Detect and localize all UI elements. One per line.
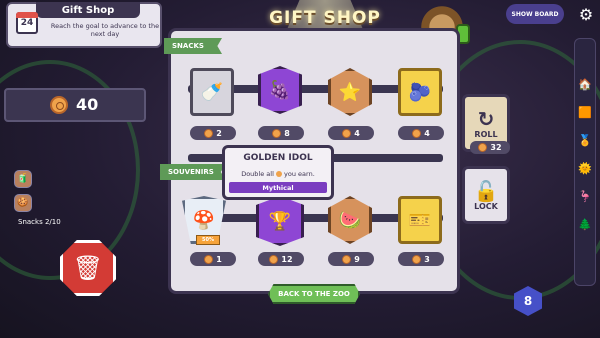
coin-icon [275, 171, 282, 177]
tooltip-title: GOLDEN IDOL [243, 153, 313, 163]
show-board-button[interactable]: SHOW BOARD [506, 4, 564, 24]
snack-slot-2[interactable]: 🍪 [14, 194, 32, 212]
lock-icon: 🔓 [473, 178, 499, 203]
snack-slot-1[interactable]: 🧃 [14, 170, 32, 188]
shop-title: GIFT SHOP [269, 8, 381, 28]
goal-title: Gift Shop [36, 2, 140, 18]
roll-price: 32 [470, 141, 510, 154]
berries-icon: 🍇 [268, 79, 292, 101]
shop-item-berries[interactable]: 🍇 [258, 66, 302, 114]
price-tag-fruit-tray: 9 [328, 252, 374, 266]
price-tag-mushroom: 1 [190, 252, 236, 266]
star-cookie-icon: ⭐ [338, 81, 362, 103]
coin-amount: 40 [76, 95, 99, 114]
shop-item-golden-idol[interactable]: 🏆 [256, 196, 304, 246]
goal-description: Reach the goal to advance to the next da… [50, 22, 160, 38]
mushroom-icon: 🍄 [192, 209, 216, 231]
flamingo-icon[interactable]: 🦩 [577, 188, 593, 204]
coin-icon [478, 143, 488, 152]
blueberry-icon: 🫐 [408, 81, 432, 103]
price-tag-berries: 8 [258, 126, 304, 140]
fruit-tray-icon: 🍉 [338, 209, 362, 231]
reroll-icon: ↻ [477, 106, 495, 131]
item-tooltip: GOLDEN IDOL Double all you earn. Mythica… [222, 145, 334, 200]
green-ticket-icon: 🎫 [408, 209, 432, 231]
souvenirs-section-label: SOUVENIRS [160, 164, 226, 180]
discount-badge: 50% [196, 235, 220, 245]
sun-icon[interactable]: 🌞 [577, 160, 593, 176]
price-tag-blueberry: 4 [398, 126, 444, 140]
settings-gear-icon[interactable]: ⚙ [576, 4, 596, 24]
snack-count: Snacks 2/10 [18, 218, 61, 226]
shop-item-bottle[interactable]: 🍼 [190, 68, 234, 116]
back-to-zoo-button[interactable]: BACK TO THE ZOO [268, 284, 360, 304]
cube-icon[interactable]: 🟧 [577, 104, 593, 120]
coin-icon [204, 128, 214, 138]
coin-icon [204, 254, 214, 264]
snack-slots: 🧃 🍪 [14, 170, 32, 218]
calendar-icon: 24 [16, 12, 38, 34]
lock-button[interactable]: 🔓 LOCK [462, 166, 510, 224]
shop-item-green-ticket[interactable]: 🎫 [398, 196, 442, 244]
building-icon[interactable]: 🏠 [577, 76, 593, 92]
snacks-section-label: SNACKS [164, 38, 222, 54]
coin-icon [342, 128, 352, 138]
lock-label: LOCK [474, 201, 498, 211]
price-tag-star-cookie: 4 [328, 126, 374, 140]
roll-label: ROLL [474, 129, 498, 139]
price-tag-green-ticket: 3 [398, 252, 444, 266]
goal-card: Gift Shop 24 Reach the goal to advance t… [6, 2, 162, 48]
price-tag-golden-idol: 12 [258, 252, 304, 266]
trash-icon: 🗑 [72, 254, 104, 282]
golden-idol-icon: 🏆 [268, 210, 292, 232]
rarity-badge: Mythical [229, 182, 327, 193]
shop-item-blueberry[interactable]: 🫐 [398, 68, 442, 116]
coin-icon [272, 128, 282, 138]
coin-icon [412, 254, 422, 264]
coin-icon [342, 254, 352, 264]
coin-icon [50, 96, 68, 114]
tree-icon[interactable]: 🌲 [577, 216, 593, 232]
badge-icon[interactable]: 🏅 [577, 132, 593, 148]
price-tag-bottle: 2 [190, 126, 236, 140]
bottle-icon: 🍼 [200, 81, 224, 103]
coin-icon [412, 128, 422, 138]
coin-icon [269, 254, 279, 264]
tooltip-description: Double all you earn. [241, 170, 315, 178]
coin-balance-panel: 40 [4, 88, 146, 122]
